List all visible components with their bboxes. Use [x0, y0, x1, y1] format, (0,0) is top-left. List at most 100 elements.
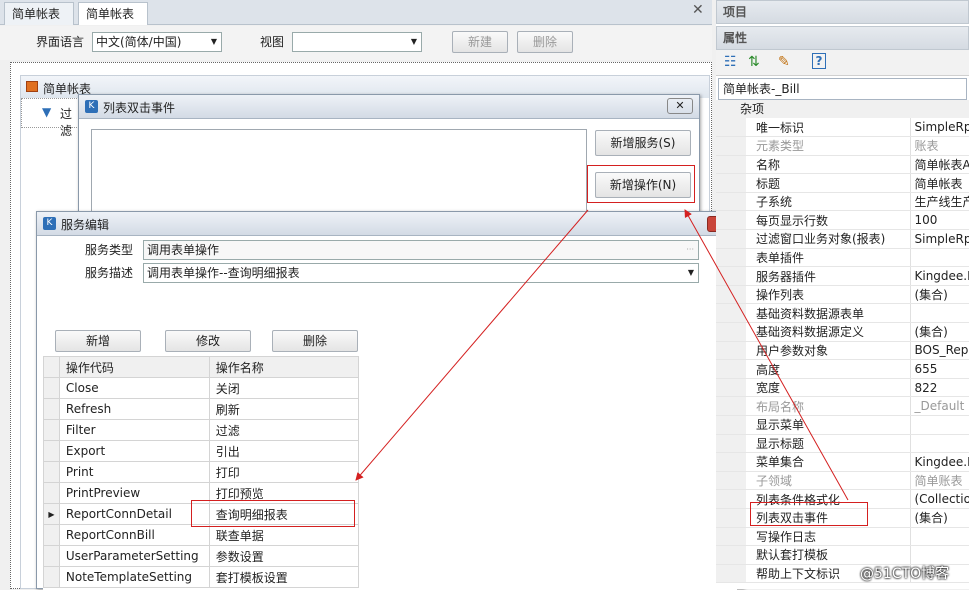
- property-row[interactable]: 唯一标识SimpleRpt: [716, 118, 969, 138]
- row-selector[interactable]: [43, 461, 60, 483]
- delete-button[interactable]: 删除: [272, 330, 358, 352]
- help-icon[interactable]: ?: [812, 53, 826, 69]
- sort-az-icon[interactable]: ⇅: [748, 54, 760, 70]
- property-value[interactable]: SimpleRpt: [909, 229, 969, 249]
- row-selector[interactable]: [43, 524, 60, 546]
- property-row[interactable]: 默认套打模板: [716, 545, 969, 565]
- app-logo-icon: K: [85, 100, 98, 113]
- property-value[interactable]: (集合): [909, 285, 969, 305]
- property-row[interactable]: 显示菜单: [716, 415, 969, 435]
- row-selector[interactable]: [43, 545, 60, 567]
- property-value[interactable]: (Collection: [909, 489, 969, 509]
- property-row[interactable]: 服务器插件 Kingdee.K: [716, 266, 969, 286]
- service-desc-label: 服务描述: [85, 266, 134, 280]
- language-label: 界面语言: [36, 35, 85, 49]
- property-value[interactable]: [909, 527, 969, 547]
- property-value[interactable]: Kingdee.B: [909, 452, 969, 472]
- table-row[interactable]: UserParameterSetting 参数设置: [43, 545, 360, 567]
- property-value[interactable]: 100: [909, 210, 969, 231]
- property-value[interactable]: [909, 303, 969, 324]
- property-row[interactable]: 布局名称 _Default: [716, 396, 969, 416]
- new-view-button[interactable]: 新建: [452, 31, 508, 53]
- property-value[interactable]: BOS_Repo: [909, 341, 969, 361]
- edit-button[interactable]: 修改: [165, 330, 251, 352]
- table-row[interactable]: NoteTemplateSetting 套打模板设置: [43, 566, 360, 588]
- property-value[interactable]: (集合): [909, 322, 969, 342]
- row-selector[interactable]: [43, 482, 60, 504]
- property-value[interactable]: 822: [909, 378, 969, 398]
- property-row[interactable]: 宽度 822: [716, 378, 969, 398]
- table-row[interactable]: Close 关闭: [43, 377, 360, 399]
- filter-bar[interactable]: ▼ 过滤: [21, 98, 81, 138]
- property-value[interactable]: Kingdee.K: [909, 266, 969, 286]
- close-tab-icon[interactable]: ✕: [692, 2, 704, 18]
- service-list[interactable]: [91, 129, 587, 223]
- property-row[interactable]: 基础资料数据源表单: [716, 303, 969, 324]
- property-pages-icon[interactable]: ✎: [778, 54, 790, 70]
- close-icon[interactable]: ✕: [667, 98, 693, 114]
- highlight-box: [587, 165, 695, 203]
- property-row[interactable]: 标题 简单帐表: [716, 173, 969, 193]
- table-row[interactable]: Print 打印: [43, 461, 360, 483]
- tab-report-a[interactable]: 简单帐表A: [78, 2, 148, 43]
- property-row[interactable]: 菜单集合Kingdee.B: [716, 452, 969, 472]
- table-row[interactable]: Refresh 刷新: [43, 398, 360, 420]
- table-row[interactable]: Filter 过滤: [43, 419, 360, 441]
- dialog-title: 列表双击事件: [103, 101, 176, 115]
- table-row[interactable]: Export 引出: [43, 440, 360, 462]
- table-row[interactable]: ReportConnBill 联查单据: [43, 524, 360, 546]
- property-row[interactable]: 操作列表 (集合): [716, 285, 969, 305]
- operation-name-cell: 套打模板设置: [208, 566, 360, 588]
- categorized-icon[interactable]: ☷: [724, 54, 737, 70]
- operation-name-cell: 参数设置: [208, 545, 360, 567]
- row-selector[interactable]: [43, 440, 60, 462]
- property-value[interactable]: 生产线生产: [909, 192, 969, 212]
- row-selector[interactable]: [43, 398, 60, 420]
- property-value[interactable]: 账表: [909, 136, 969, 156]
- property-name: 基础资料数据源表单: [746, 303, 910, 324]
- property-row[interactable]: 子领域 简单账表: [716, 471, 969, 491]
- view-select[interactable]: ▼: [292, 32, 422, 52]
- property-value[interactable]: [909, 434, 969, 454]
- add-button[interactable]: 新增: [55, 330, 141, 352]
- object-selector[interactable]: 简单帐表-_Bill: [718, 78, 967, 100]
- property-value[interactable]: 简单帐表A: [909, 155, 969, 175]
- tab-report-b[interactable]: 简单帐表B: [4, 2, 74, 43]
- watermark: @51CTO博客: [860, 566, 950, 582]
- property-row[interactable]: 基础资料数据源定义 (集合): [716, 322, 969, 342]
- property-value[interactable]: 简单账表: [909, 471, 969, 491]
- row-selector[interactable]: [43, 419, 60, 441]
- row-selector[interactable]: [43, 566, 60, 588]
- service-desc-select[interactable]: 调用表单操作--查询明细报表 ▼: [143, 263, 699, 283]
- row-selector[interactable]: [43, 377, 60, 399]
- property-value[interactable]: 简单帐表: [909, 173, 969, 193]
- property-row[interactable]: 元素类型 账表: [716, 136, 969, 156]
- property-value[interactable]: [909, 545, 969, 565]
- property-row[interactable]: 名称 简单帐表A: [716, 155, 969, 175]
- property-value[interactable]: [909, 415, 969, 435]
- property-value[interactable]: 655: [909, 359, 969, 379]
- property-row[interactable]: 子系统 生产线生产: [716, 192, 969, 212]
- property-name: 布局名称: [746, 396, 910, 416]
- current-row-icon[interactable]: ▶: [43, 503, 60, 525]
- property-row[interactable]: 过滤窗口业务对象(报表)SimpleRpt: [716, 229, 969, 249]
- property-row[interactable]: 高度 655: [716, 359, 969, 379]
- operation-code-cell: Export: [58, 440, 210, 462]
- delete-view-button[interactable]: 删除: [517, 31, 573, 53]
- property-row[interactable]: 每页显示行数 100: [716, 210, 969, 231]
- property-value[interactable]: SimpleRpt: [909, 118, 969, 138]
- property-row[interactable]: 表单插件: [716, 248, 969, 268]
- property-name: 标题: [746, 173, 910, 193]
- property-value[interactable]: _Default: [909, 396, 969, 416]
- property-value[interactable]: [909, 248, 969, 268]
- property-value[interactable]: (集合): [909, 508, 969, 528]
- property-name: 默认套打模板: [746, 545, 910, 565]
- operation-code-cell: UserParameterSetting: [58, 545, 210, 567]
- property-row[interactable]: 写操作日志: [716, 527, 969, 547]
- add-service-button[interactable]: 新增服务(S): [595, 130, 691, 156]
- property-row[interactable]: 用户参数对象BOS_Repo: [716, 341, 969, 361]
- property-row[interactable]: 显示标题: [716, 434, 969, 454]
- property-name: 操作列表: [746, 285, 910, 305]
- language-select[interactable]: 中文(简体/中国) ▼: [92, 32, 222, 52]
- service-type-field[interactable]: 调用表单操作 ···: [143, 240, 699, 260]
